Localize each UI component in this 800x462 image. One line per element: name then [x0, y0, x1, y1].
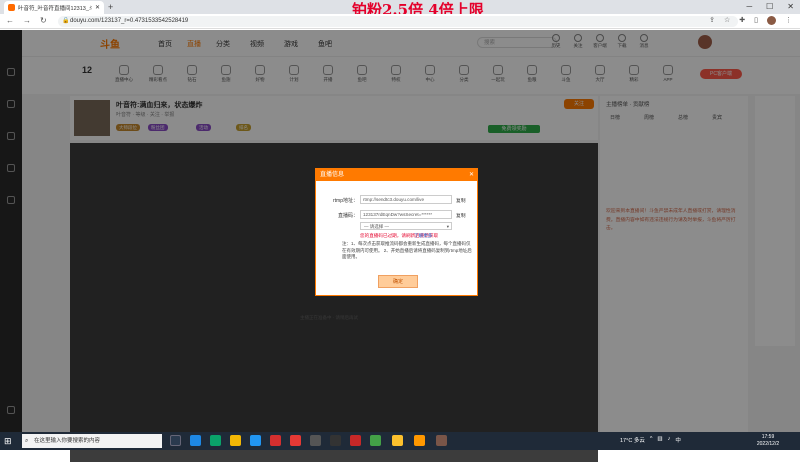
stream-code-label: 直播码： — [337, 213, 358, 219]
url-text: douyu.com/123137_r=0.4731533542528419 — [70, 18, 189, 24]
chevron-down-icon: ▾ — [446, 224, 449, 229]
volume-icon[interactable]: ♪ — [668, 436, 671, 444]
chevron-up-icon[interactable]: ^ — [650, 436, 653, 444]
learn-more-link[interactable]: 了解更多 — [414, 233, 432, 239]
tab-title: 叶音符_叶音符直播间12313_斗鱼... — [18, 5, 92, 12]
app-icon[interactable] — [290, 435, 301, 446]
ime-icon[interactable]: 中 — [675, 436, 681, 444]
new-tab-button[interactable]: + — [108, 2, 113, 12]
menu-icon[interactable]: ⋮ — [785, 16, 792, 25]
stream-info-dialog: 直播信息 ✕ rtmp地址： rtmp://sendtc3.douyu.com/… — [315, 168, 478, 296]
app-icon[interactable] — [250, 435, 261, 446]
taskbar-search[interactable]: ⌕ 在这里输入你要搜索的内容 — [22, 434, 162, 448]
star-icon[interactable]: ☆ — [724, 16, 730, 25]
address-bar-row: ← → ↻ 🔒 douyu.com/123137_r=0.47315335425… — [0, 14, 800, 29]
system-tray: 17°C 多云 ^ ▥ ♪ 中 — [620, 436, 681, 444]
profile-avatar[interactable] — [767, 16, 776, 25]
copy-code-button[interactable]: 复制 — [456, 212, 466, 219]
edge-icon[interactable] — [210, 435, 221, 446]
search-icon: ⌕ — [25, 438, 29, 444]
app-icon[interactable] — [414, 435, 425, 446]
back-icon[interactable]: ← — [6, 16, 14, 25]
confirm-button[interactable]: 确定 — [378, 275, 418, 288]
windows-taskbar: ⊞ ⌕ 在这里输入你要搜索的内容 17°C 多云 ^ ▥ ♪ 中 17:59 2… — [0, 432, 800, 450]
nav-buttons: ← → ↻ — [6, 16, 47, 25]
reload-icon[interactable]: ↻ — [40, 16, 47, 25]
sidebar-icon[interactable]: ▯ — [754, 16, 758, 25]
windows-start-icon[interactable]: ⊞ — [4, 436, 12, 447]
browser-tab[interactable]: 叶音符_叶音符直播间12313_斗鱼... ✕ — [4, 1, 104, 14]
share-icon[interactable]: ⇪ — [709, 16, 715, 25]
copy-rtmp-button[interactable]: 复制 — [456, 197, 466, 204]
app-icon[interactable] — [436, 435, 447, 446]
folder-icon[interactable] — [230, 435, 241, 446]
chrome-active-icon[interactable] — [392, 435, 403, 446]
app-icon[interactable] — [330, 435, 341, 446]
close-icon[interactable]: ✕ — [469, 169, 474, 181]
rtmp-label: rtmp地址： — [332, 198, 358, 204]
line-select[interactable]: — 请选择 — ▾ — [360, 222, 452, 230]
lock-icon: 🔒 — [62, 18, 70, 24]
weather-text[interactable]: 17°C 多云 — [620, 436, 645, 444]
rtmp-field[interactable]: rtmp://sendtc3.douyu.com/live — [360, 195, 452, 204]
window-controls: ─ ☐ ✕ — [746, 2, 794, 11]
stream-code-field[interactable]: 123137rdEqnDw?wsSecret=****** — [360, 210, 452, 219]
url-field[interactable]: 🔒 douyu.com/123137_r=0.4731533542528419 — [58, 16, 738, 27]
app-icon[interactable] — [270, 435, 281, 446]
taskbar-clock[interactable]: 17:59 2022/12/2 — [748, 434, 788, 447]
task-view-icon[interactable] — [170, 435, 181, 446]
extensions-icon[interactable]: ✚ — [739, 16, 745, 25]
app-icon[interactable] — [310, 435, 321, 446]
app-icon[interactable] — [350, 435, 361, 446]
chrome-icon[interactable] — [370, 435, 381, 446]
site-favicon-icon — [8, 4, 15, 11]
maximize-icon[interactable]: ☐ — [766, 2, 773, 11]
dialog-notes: 注：1、每次点击获取推流码都会重新生成直播码，每个直播码仅在有效期内可使用。 2… — [342, 241, 472, 260]
network-icon[interactable]: ▥ — [657, 436, 662, 444]
minimize-icon[interactable]: ─ — [746, 2, 752, 11]
dialog-title: 直播信息 — [320, 172, 345, 178]
browser-tab-bar: 叶音符_叶音符直播间12313_斗鱼... ✕ + 铂粉2.5倍 4倍上限 ─ … — [0, 0, 800, 19]
browser-toolbar-icons: ⇪ ☆ ✚ ▯ ⋮ — [709, 16, 792, 25]
app-icon[interactable] — [190, 435, 201, 446]
forward-icon[interactable]: → — [23, 16, 31, 25]
dialog-header: 直播信息 ✕ — [316, 169, 477, 181]
close-window-icon[interactable]: ✕ — [787, 2, 794, 11]
close-tab-icon[interactable]: ✕ — [95, 4, 100, 11]
